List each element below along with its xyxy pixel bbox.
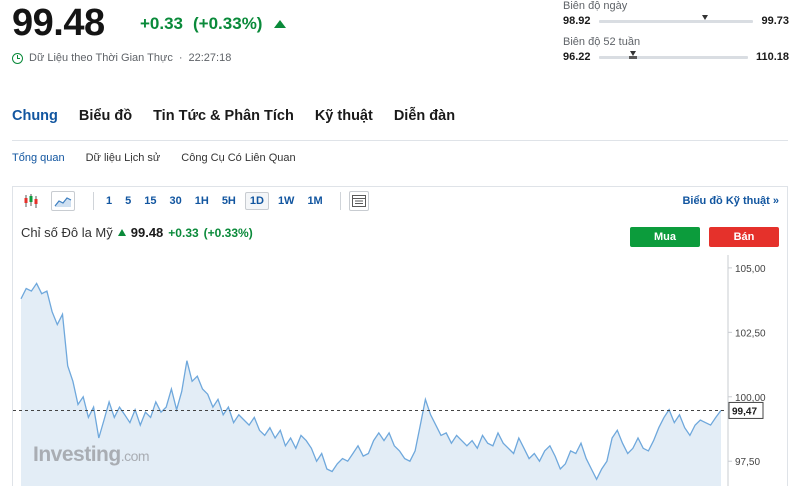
realtime-status: Dữ Liệu theo Thời Gian Thực · 22:27:18: [12, 52, 231, 64]
week52-range-bar: [598, 50, 748, 59]
subtab-overview[interactable]: Tổng quan: [12, 152, 65, 164]
chart-panel: 1 5 15 30 1H 5H 1D 1W 1M Biểu đồ Kỹ thuậ…: [12, 186, 788, 486]
main-tabs: Chung Biểu đồ Tin Tức & Phân Tích Kỹ thu…: [12, 108, 788, 141]
last-price-label: 99,47: [732, 406, 757, 417]
up-triangle-icon: [274, 20, 287, 28]
instrument-name: Chỉ số Đô la Mỹ: [21, 225, 113, 240]
candlestick-icon[interactable]: [21, 191, 41, 211]
chart-toolbar: 1 5 15 30 1H 5H 1D 1W 1M Biểu đồ Kỹ thuậ…: [13, 187, 787, 215]
tab-chart[interactable]: Biểu đồ: [79, 108, 132, 140]
interval-1m[interactable]: 1: [102, 193, 116, 209]
interval-1d[interactable]: 1D: [244, 192, 269, 210]
up-arrow-icon: [117, 229, 126, 236]
price-change: +0.33 (+0.33%): [140, 14, 287, 34]
realtime-label: Dữ Liệu theo Thời Gian Thực: [29, 52, 173, 64]
subtab-historical-data[interactable]: Dữ liệu Lịch sử: [86, 152, 161, 164]
price-change-value: +0.33: [140, 14, 184, 33]
watermark-suffix: .com: [120, 448, 150, 464]
interval-1h[interactable]: 1H: [191, 193, 213, 209]
day-range-low: 98.92: [563, 15, 591, 27]
table-view-icon[interactable]: [348, 191, 369, 211]
y-tick-label: 105,00: [735, 264, 766, 275]
week52-range: Biên độ 52 tuần 96.22 110.18: [563, 36, 789, 63]
interval-5m[interactable]: 5: [121, 193, 135, 209]
interval-30m[interactable]: 30: [166, 193, 186, 209]
sub-tabs: Tổng quan Dữ liệu Lịch sử Công Cụ Có Liê…: [12, 152, 296, 164]
week52-range-fill: [628, 55, 637, 59]
interval-1mo[interactable]: 1M: [303, 193, 326, 209]
day-range-high: 99.73: [761, 15, 789, 27]
subtab-related-tools[interactable]: Công Cụ Có Liên Quan: [181, 152, 295, 164]
day-range-label: Biên độ ngày: [563, 0, 628, 12]
day-range-bar: [598, 14, 754, 23]
investing-watermark: Investing.com: [33, 443, 150, 467]
y-tick-label: 102,50: [735, 328, 766, 339]
clock-icon: [12, 52, 23, 64]
last-price: 99.48: [12, 2, 105, 44]
week52-range-low: 96.22: [563, 51, 591, 63]
tab-overview[interactable]: Chung: [12, 108, 58, 140]
area-chart-icon[interactable]: [51, 191, 75, 211]
week52-range-label: Biên độ 52 tuần: [563, 36, 641, 48]
instrument-line: Chỉ số Đô la Mỹ 99.48 +0.33 (+0.33%): [21, 225, 253, 240]
toolbar-divider: [93, 192, 94, 210]
instrument-price: 99.48: [130, 225, 164, 240]
tab-news-analysis[interactable]: Tin Tức & Phân Tích: [153, 108, 294, 140]
day-range: Biên độ ngày 98.92 99.73: [563, 0, 789, 27]
interval-5h[interactable]: 5H: [218, 193, 240, 209]
sell-button[interactable]: Bán: [709, 227, 779, 247]
technical-chart-link[interactable]: Biểu đồ Kỹ thuật »: [682, 195, 779, 207]
realtime-time: 22:27:18: [188, 52, 232, 64]
instrument-change: +0.33: [168, 225, 199, 240]
separator-dot: ·: [178, 52, 183, 64]
interval-1w[interactable]: 1W: [274, 193, 299, 209]
week52-range-marker: [629, 50, 636, 56]
toolbar-divider: [339, 192, 341, 210]
watermark-brand: Investing: [33, 443, 121, 466]
y-tick-label: 97,50: [735, 457, 760, 468]
tab-forum[interactable]: Diễn đàn: [394, 108, 455, 140]
interval-15m[interactable]: 15: [140, 193, 160, 209]
tab-technical[interactable]: Kỹ thuật: [315, 108, 373, 140]
day-range-marker: [702, 14, 709, 20]
price-change-percent: (+0.33%): [193, 14, 263, 33]
week52-range-high: 110.18: [755, 51, 789, 63]
instrument-change-percent: (+0.33%): [203, 225, 253, 240]
buy-button[interactable]: Mua: [630, 227, 700, 247]
